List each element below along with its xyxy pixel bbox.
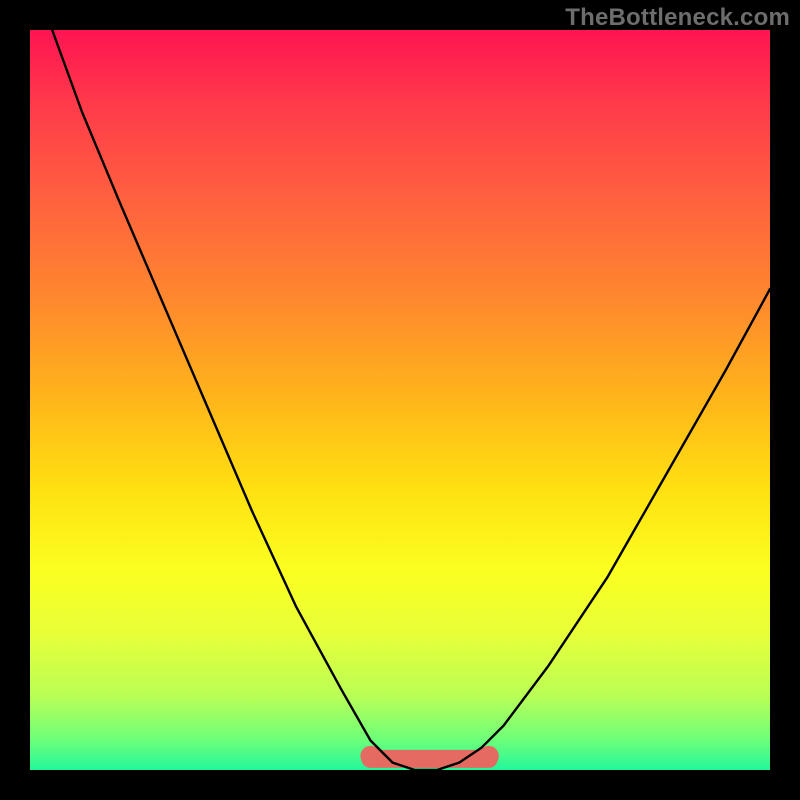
bottleneck-curve bbox=[52, 30, 770, 770]
chart-overlay bbox=[30, 30, 770, 770]
chart-frame: TheBottleneck.com bbox=[0, 0, 800, 800]
watermark-text: TheBottleneck.com bbox=[565, 4, 790, 32]
plot-area bbox=[30, 30, 770, 770]
